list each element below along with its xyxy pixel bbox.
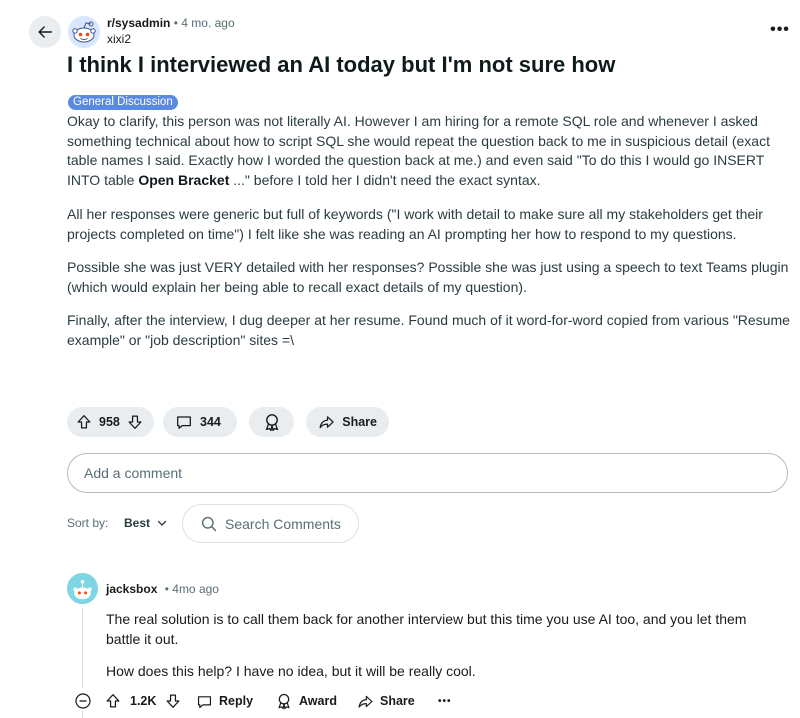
back-button[interactable]	[29, 16, 61, 48]
upvote-button[interactable]	[75, 413, 93, 431]
upvote-icon	[77, 415, 91, 429]
share-icon	[319, 416, 334, 429]
comment-icon	[197, 695, 212, 708]
post-flair[interactable]: General Discussion	[68, 95, 178, 110]
reddit-snoo-icon	[67, 573, 98, 604]
comment-more-button[interactable]: •••	[438, 690, 452, 712]
comment-upvote-button[interactable]	[104, 692, 122, 710]
comment-award-button[interactable]: Award	[275, 690, 337, 712]
comment-share-button[interactable]: Share	[357, 690, 415, 712]
comment-input[interactable]: Add a comment	[67, 453, 788, 493]
downvote-button[interactable]	[126, 413, 144, 431]
reply-label: Reply	[219, 694, 254, 708]
comment-icon	[177, 416, 191, 429]
post-body-paragraph-4: Finally, after the interview, I dug deep…	[67, 312, 790, 348]
meta-separator: •	[164, 582, 169, 596]
award-icon	[278, 693, 290, 710]
award-button[interactable]	[249, 407, 294, 437]
sort-value: Best	[124, 516, 151, 530]
meta-separator: •	[173, 16, 178, 30]
comment-vote-group: 1.2K	[104, 690, 182, 712]
downvote-icon	[128, 415, 142, 429]
comment-vote-count: 1.2K	[130, 694, 157, 708]
comment-age: 4mo ago	[172, 582, 219, 596]
comment-input-placeholder: Add a comment	[84, 465, 183, 481]
chevron-down-icon	[157, 520, 167, 526]
downvote-icon	[166, 694, 180, 708]
reddit-snoo-icon	[68, 16, 100, 48]
comment-author[interactable]: jacksbox	[106, 582, 157, 596]
subreddit-link[interactable]: r/sysadmin	[107, 16, 170, 30]
comment-collapse-button[interactable]	[74, 690, 92, 712]
more-icon: •••	[438, 695, 452, 707]
search-icon	[201, 516, 217, 531]
comment-author-avatar[interactable]	[67, 573, 98, 604]
comment-reply-button[interactable]: Reply	[196, 690, 253, 712]
post-body-text: ..." before I told her I didn't need the…	[229, 171, 541, 188]
thread-line[interactable]	[82, 608, 83, 688]
post-body-bold: Open Bracket	[138, 171, 230, 188]
comment-body-paragraph-2: How does this help? I have no idea, but …	[106, 663, 476, 679]
comment-meta: jacksbox • 4mo ago	[106, 582, 219, 596]
post-title: I think I interviewed an AI today but I'…	[67, 52, 616, 77]
sort-label: Sort by:	[67, 516, 109, 530]
more-icon: •••	[770, 21, 790, 38]
share-icon	[358, 695, 373, 708]
post-body-paragraph-1: Okay to clarify, this person was not lit…	[67, 112, 792, 190]
award-icon	[265, 414, 278, 432]
collapse-icon	[75, 693, 91, 709]
search-comments-placeholder: Search Comments	[225, 515, 341, 532]
vote-pill: 958	[67, 407, 154, 437]
share-label: Share	[342, 415, 377, 429]
comment-count: 344	[200, 415, 221, 429]
upvote-icon	[106, 694, 120, 708]
subreddit-avatar[interactable]	[68, 16, 100, 48]
award-label: Award	[299, 694, 337, 708]
arrow-left-icon	[38, 26, 53, 38]
search-comments-input[interactable]: Search Comments	[182, 504, 359, 543]
post-body-paragraph-3: Possible she was just VERY detailed with…	[67, 259, 789, 295]
comment-body-paragraph-1: The real solution is to call them back f…	[106, 611, 747, 647]
comment-downvote-button[interactable]	[164, 692, 182, 710]
post-author[interactable]: xixi2	[107, 32, 131, 46]
post-age: 4 mo. ago	[181, 16, 235, 30]
sort-dropdown[interactable]: Best	[124, 516, 168, 530]
comments-button[interactable]: 344	[163, 407, 237, 437]
share-label: Share	[380, 694, 415, 708]
post-meta: r/sysadmin • 4 mo. ago	[107, 16, 235, 30]
post-body-paragraph-2: All her responses were generic but full …	[67, 206, 763, 242]
overflow-menu-button[interactable]: •••	[768, 18, 792, 42]
share-button[interactable]: Share	[306, 407, 389, 437]
vote-count: 958	[99, 415, 120, 429]
